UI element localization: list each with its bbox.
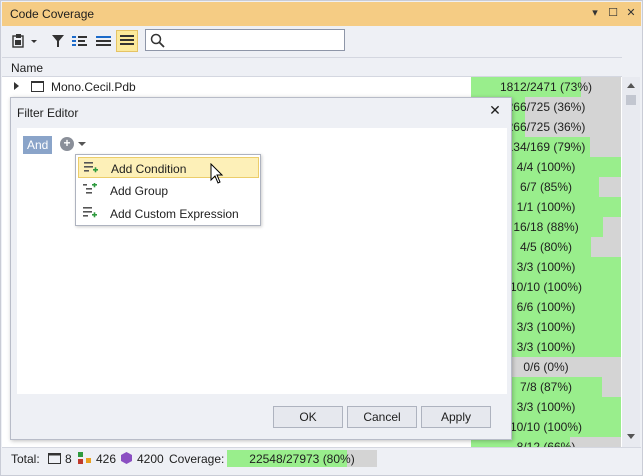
menu-item-label: Add Custom Expression [110,207,239,221]
apply-button[interactable]: Apply [421,406,491,428]
add-menu: Add Condition Add Group Add Custom Expre… [75,154,261,226]
add-group-icon [83,183,97,194]
vertical-scrollbar[interactable] [622,77,640,447]
scrollbar-thumb[interactable] [626,95,636,105]
menu-item-add-condition[interactable]: Add Condition [78,157,259,178]
ok-button[interactable]: OK [273,406,343,428]
coverage-text: 1812/2471 (73%) [499,80,593,94]
types-icon [78,452,91,464]
toolbar [2,26,641,57]
window-title: Code Coverage [10,7,95,21]
coverage-text: 8/12 (66%) [516,440,576,447]
coverage-row[interactable]: 1812/2471 (73%) [2,77,622,97]
filter-editor-dialog: Filter Editor ✕ And + OK Cancel Apply [10,97,512,440]
list-view-alt-icon [96,36,111,46]
add-custom-expression-icon [83,207,97,218]
add-dropdown-icon[interactable] [78,142,86,146]
scroll-up-icon[interactable] [627,83,635,88]
list-view-icon [72,36,87,46]
filter-button[interactable] [48,30,68,52]
list-view-alt-button[interactable] [94,30,114,52]
maximize-icon[interactable]: ☐ [606,6,620,19]
filter-icon [52,35,64,47]
cancel-button[interactable]: Cancel [347,406,417,428]
name-column-label: Name [11,61,44,75]
coverage-bar: 1812/2471 (73%) [471,77,621,97]
types-count: 426 [96,452,117,466]
search-icon [150,33,165,48]
menu-item-label: Add Group [110,184,169,198]
total-coverage-text: 22548/27973 (80%) [249,452,355,466]
menu-item-add-group[interactable]: Add Group [78,180,259,201]
window-menu-dropdown-icon[interactable]: ▾ [588,6,602,19]
members-count: 4200 [137,452,164,466]
menu-item-label: Add Condition [111,162,187,176]
dialog-title: Filter Editor [17,106,79,120]
highlight-button[interactable] [116,30,138,52]
add-condition-icon [84,162,98,173]
export-button[interactable] [10,30,40,52]
total-label: Total: [11,452,40,466]
list-view-button[interactable] [70,30,90,52]
coverage-label: Coverage: [169,452,225,466]
assembly-icon [48,453,61,464]
status-bar: Total: 8 426 4200 Coverage: 22548/27973 … [2,447,641,469]
name-column-header[interactable]: Name [2,57,622,77]
title-bar: Code Coverage ▾ ☐ ✕ [2,2,641,26]
menu-item-add-custom-expression[interactable]: Add Custom Expression [78,203,259,224]
mouse-cursor-icon [210,163,224,184]
assembly-count: 8 [65,452,72,466]
highlight-icon [120,35,134,45]
dialog-close-icon[interactable]: ✕ [486,102,504,119]
members-icon [121,452,132,464]
close-window-icon[interactable]: ✕ [624,6,638,19]
scroll-down-icon[interactable] [627,434,635,439]
add-plus-icon[interactable]: + [60,137,74,151]
total-coverage-bar: 22548/27973 (80%) [227,450,377,467]
and-group-operator[interactable]: And [23,136,53,154]
export-icon [12,34,37,48]
search-input[interactable] [145,29,345,51]
